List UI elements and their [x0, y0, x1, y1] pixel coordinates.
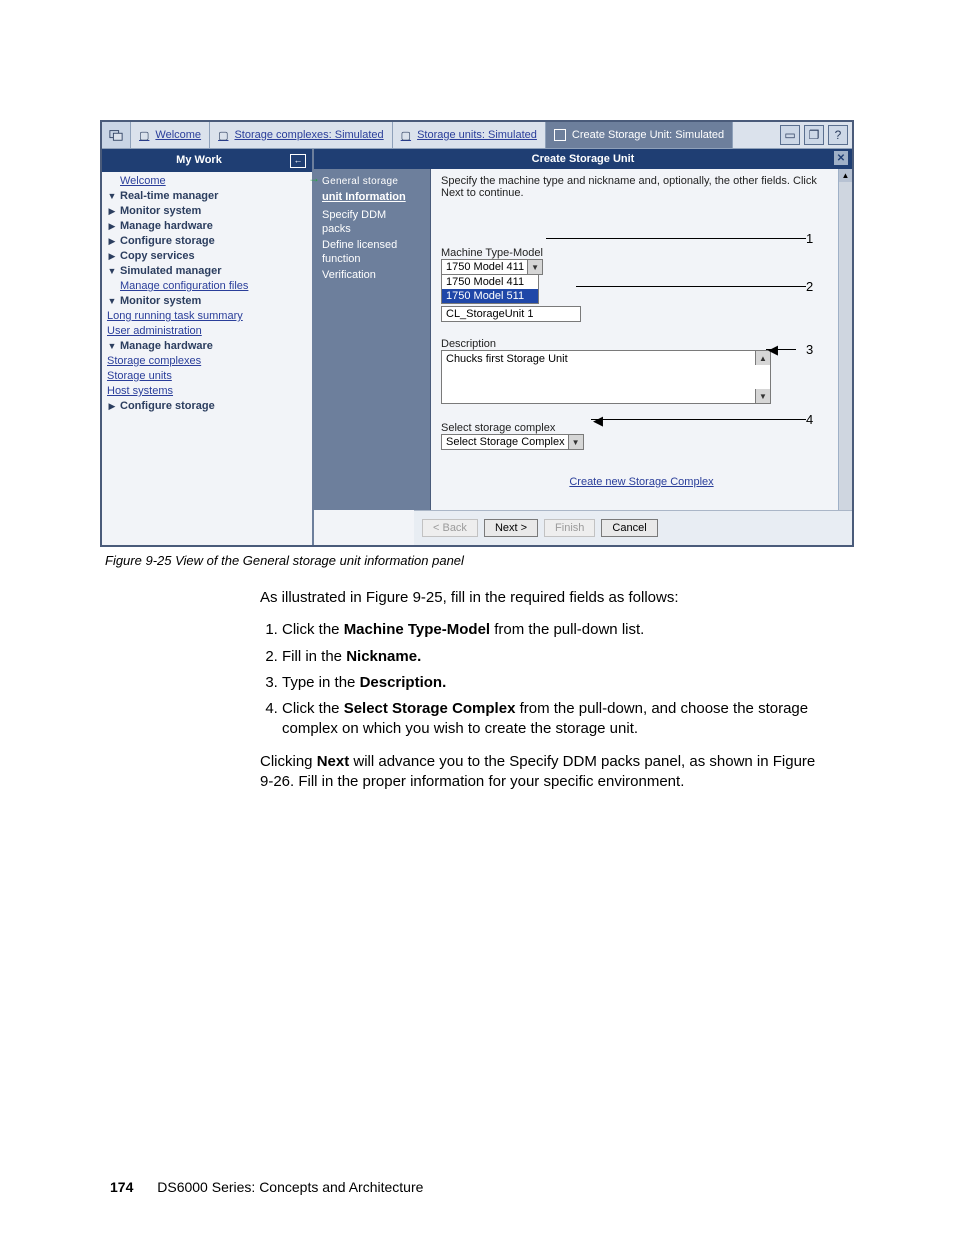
- callout-3: 3: [806, 342, 813, 357]
- nav-user-admin[interactable]: User administration: [107, 324, 202, 339]
- instruction-text: Specify the machine type and nickname an…: [441, 175, 842, 199]
- panel-title: Create Storage Unit: [532, 153, 635, 165]
- vertical-scrollbar[interactable]: ▲: [838, 169, 852, 510]
- next-button[interactable]: Next >: [484, 519, 538, 537]
- page-number: 174: [110, 1179, 133, 1195]
- figure-screenshot: ▢Welcome ▢Storage complexes: Simulated ▢…: [100, 120, 854, 547]
- nav-monitor-system[interactable]: Monitor system: [120, 204, 201, 219]
- steps-list: Click the Machine Type-Model from the pu…: [260, 620, 824, 739]
- description-textarea[interactable]: Chucks first Storage Unit ▲ ▼: [441, 350, 771, 404]
- machine-type-select[interactable]: 1750 Model 411 ▼: [441, 259, 543, 275]
- step-verification: Verification: [322, 268, 422, 282]
- step-current-top: General storage: [322, 175, 422, 189]
- list-item: Click the Machine Type-Model from the pu…: [282, 620, 824, 640]
- nav-copy-services[interactable]: Copy services: [120, 249, 195, 264]
- page-footer: 174 DS6000 Series: Concepts and Architec…: [110, 1179, 423, 1195]
- nav-tree: Welcome ▼Real-time manager ▶Monitor syst…: [102, 172, 312, 416]
- step-define-func-b: function: [322, 252, 422, 266]
- minimize-icon[interactable]: ▭: [780, 125, 800, 145]
- nav-manage-config-files[interactable]: Manage configuration files: [120, 279, 248, 294]
- storage-complex-label: Select storage complex: [441, 422, 842, 434]
- tab-label: Storage units: Simulated: [417, 129, 537, 141]
- step-define-func-a: Define licensed: [322, 238, 422, 252]
- tab-label: Create Storage Unit: Simulated: [572, 129, 724, 141]
- scroll-down-icon[interactable]: ▼: [755, 389, 770, 403]
- nav-manage-hardware[interactable]: Manage hardware: [120, 219, 213, 234]
- sidebar-heading: My Work ←: [102, 149, 312, 172]
- sidebar: My Work ← Welcome ▼Real-time manager ▶Mo…: [102, 149, 314, 545]
- tab-label: Welcome: [155, 129, 201, 141]
- window-icon: [102, 122, 131, 148]
- close-icon[interactable]: ✕: [834, 151, 848, 165]
- finish-button[interactable]: Finish: [544, 519, 595, 537]
- restore-icon[interactable]: ❐: [804, 125, 824, 145]
- step-current[interactable]: unit Information: [322, 190, 422, 204]
- tab-welcome[interactable]: ▢Welcome: [131, 122, 210, 148]
- next-paragraph: Clicking Next will advance you to the Sp…: [260, 752, 824, 793]
- callout-1: 1: [806, 231, 813, 246]
- machine-type-options: 1750 Model 411 1750 Model 511: [441, 274, 539, 304]
- storage-complex-select[interactable]: Select Storage Complex ▼: [441, 434, 584, 450]
- tab-storage-units[interactable]: ▢Storage units: Simulated: [393, 122, 546, 148]
- figure-caption: Figure 9-25 View of the General storage …: [105, 553, 904, 568]
- main-panel: Create Storage Unit ✕ → General storage …: [314, 149, 852, 545]
- sidebar-title: My Work: [108, 153, 290, 168]
- list-item: Type in the Description.: [282, 673, 824, 693]
- document-page: ▢Welcome ▢Storage complexes: Simulated ▢…: [0, 0, 954, 1235]
- nav-storage-complexes[interactable]: Storage complexes: [107, 354, 201, 369]
- cancel-button[interactable]: Cancel: [601, 519, 657, 537]
- panel-title-bar: Create Storage Unit ✕: [314, 149, 852, 169]
- tab-label: Storage complexes: Simulated: [234, 129, 383, 141]
- scroll-up-icon[interactable]: ▲: [839, 169, 852, 182]
- book-title: DS6000 Series: Concepts and Architecture: [157, 1179, 423, 1195]
- wizard-steps: → General storage unit Information Speci…: [314, 169, 431, 510]
- nav-realtime-manager[interactable]: Real-time manager: [120, 189, 218, 204]
- nav-monitor-system-2[interactable]: Monitor system: [120, 294, 201, 309]
- wizard-form: Specify the machine type and nickname an…: [431, 169, 852, 510]
- body-text: As illustrated in Figure 9-25, fill in t…: [260, 588, 824, 792]
- wizard-buttons: < Back Next > Finish Cancel: [414, 510, 852, 545]
- nav-host-systems[interactable]: Host systems: [107, 384, 173, 399]
- list-item: Fill in the Nickname.: [282, 647, 824, 667]
- nav-welcome[interactable]: Welcome: [120, 174, 166, 189]
- back-button[interactable]: < Back: [422, 519, 478, 537]
- nav-configure-storage[interactable]: Configure storage: [120, 234, 215, 249]
- collapse-icon[interactable]: ←: [290, 154, 306, 168]
- step-specify-ddm-b: packs: [322, 222, 422, 236]
- chevron-down-icon[interactable]: ▼: [568, 435, 583, 449]
- machine-type-option-highlight[interactable]: 1750 Model 511: [442, 289, 538, 303]
- application-window: ▢Welcome ▢Storage complexes: Simulated ▢…: [100, 120, 854, 547]
- storage-complex-value: Select Storage Complex: [442, 435, 583, 449]
- tab-create-storage-unit[interactable]: Create Storage Unit: Simulated: [546, 122, 733, 148]
- intro-paragraph: As illustrated in Figure 9-25, fill in t…: [260, 588, 824, 608]
- machine-type-label: Machine Type-Model: [441, 247, 842, 259]
- tab-bar: ▢Welcome ▢Storage complexes: Simulated ▢…: [102, 122, 852, 149]
- tab-storage-complexes[interactable]: ▢Storage complexes: Simulated: [210, 122, 393, 148]
- nav-configure-storage-2[interactable]: Configure storage: [120, 399, 215, 414]
- create-storage-complex-link[interactable]: Create new Storage Complex: [569, 476, 713, 488]
- callout-4: 4: [806, 412, 813, 427]
- nav-storage-units[interactable]: Storage units: [107, 369, 172, 384]
- help-icon[interactable]: ?: [828, 125, 848, 145]
- list-item: Click the Select Storage Complex from th…: [282, 699, 824, 740]
- nickname-input[interactable]: CL_StorageUnit 1: [441, 306, 581, 322]
- chevron-down-icon[interactable]: ▼: [527, 260, 542, 274]
- nav-long-running-tasks[interactable]: Long running task summary: [107, 309, 243, 324]
- machine-type-option[interactable]: 1750 Model 411: [442, 275, 538, 289]
- callout-2: 2: [806, 279, 813, 294]
- window-controls: ▭ ❐ ?: [780, 125, 848, 145]
- step-specify-ddm-a: Specify DDM: [322, 208, 422, 222]
- nav-simulated-manager[interactable]: Simulated manager: [120, 264, 221, 279]
- step-arrow-icon: →: [308, 171, 320, 185]
- nav-manage-hardware-2[interactable]: Manage hardware: [120, 339, 213, 354]
